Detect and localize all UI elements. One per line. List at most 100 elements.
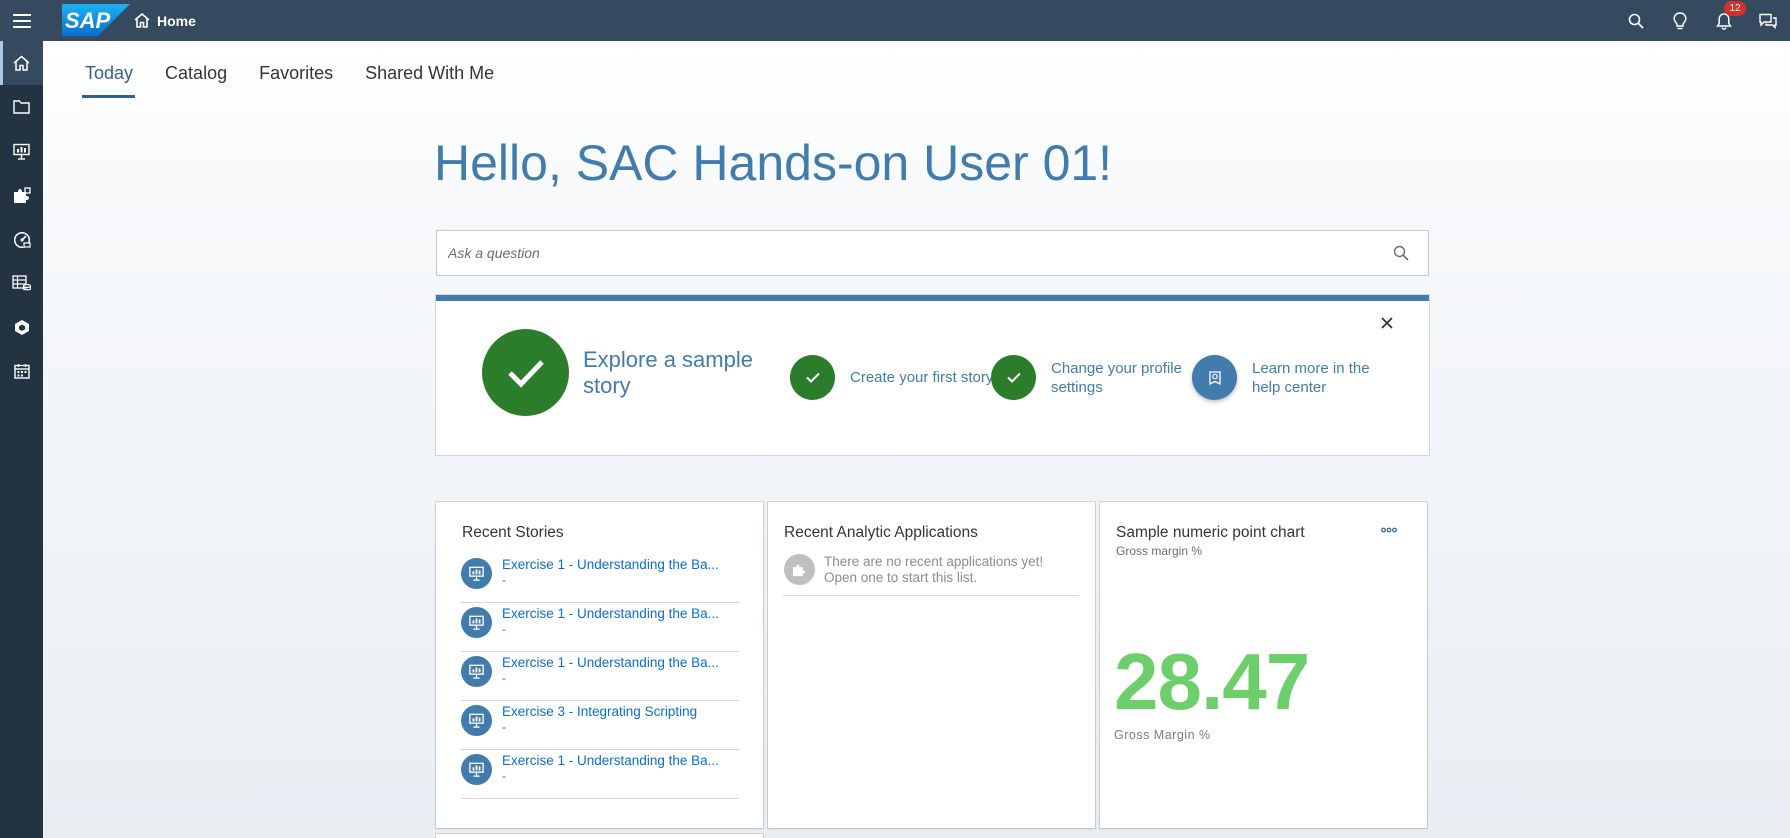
story-link[interactable]: Exercise 1 - Understanding the Ba... xyxy=(502,606,732,622)
help-button[interactable] xyxy=(1658,0,1702,41)
checkmark-badge xyxy=(482,329,569,416)
rail-item-data-integration[interactable] xyxy=(0,305,43,349)
story-link[interactable]: Exercise 1 - Understanding the Ba... xyxy=(502,655,732,671)
checkmark-icon xyxy=(507,359,544,388)
tab-favorites[interactable]: Favorites xyxy=(259,63,349,92)
tab-today[interactable]: Today xyxy=(81,63,149,98)
search-icon xyxy=(1628,13,1644,29)
checkmark-icon xyxy=(1006,372,1021,383)
rail-item-files[interactable] xyxy=(0,85,43,129)
tab-catalog[interactable]: Catalog xyxy=(165,63,243,92)
feedback-button[interactable] xyxy=(1746,0,1790,41)
story-avatar xyxy=(461,705,492,736)
home-icon xyxy=(13,55,30,71)
checkmark-badge xyxy=(790,355,835,400)
rail-item-digital-boardroom[interactable] xyxy=(0,217,43,261)
gauge-icon xyxy=(13,231,31,248)
empty-state: There are no recent applications yet! Op… xyxy=(783,554,1079,596)
help-badge xyxy=(1192,355,1237,400)
next-tile-edge xyxy=(436,834,763,838)
sample-numeric-point-tile: Sample numeric point chart Gross margin … xyxy=(1100,502,1427,828)
onboarding-step-explore-sample-story[interactable]: Explore a sample story xyxy=(482,329,773,416)
rail-item-analytic-applications[interactable] xyxy=(0,173,43,217)
home-icon xyxy=(134,13,150,28)
onboarding-step-label: Change your profile settings xyxy=(1051,359,1182,396)
rail-item-home[interactable] xyxy=(0,41,43,85)
tab-shared-with-me[interactable]: Shared With Me xyxy=(365,63,510,92)
shell-home-label: Home xyxy=(157,12,196,29)
side-navigation xyxy=(0,41,43,838)
story-link[interactable]: Exercise 3 - Integrating Scripting xyxy=(502,704,732,720)
menu-icon xyxy=(12,13,31,28)
onboarding-step-help-center[interactable]: Learn more in the help center xyxy=(1192,355,1402,400)
onboarding-step-change-profile-settings[interactable]: Change your profile settings xyxy=(991,355,1201,400)
tile-subtitle: Gross margin % xyxy=(1116,544,1203,558)
story-subtitle: - xyxy=(502,622,506,636)
puzzle-icon xyxy=(13,186,31,203)
empty-avatar xyxy=(784,554,815,585)
calendar-icon xyxy=(13,364,30,379)
folder-icon xyxy=(13,100,30,114)
ask-question-search-button[interactable] xyxy=(1374,231,1428,275)
close-onboarding-button[interactable] xyxy=(1375,311,1399,335)
presentation-icon xyxy=(469,566,484,581)
notification-badge: 12 xyxy=(1724,1,1746,16)
learning-icon xyxy=(1208,370,1221,385)
presentation-icon xyxy=(13,143,30,160)
story-subtitle: - xyxy=(502,720,506,734)
sap-logo[interactable]: SAP xyxy=(62,4,130,36)
empty-state-text: There are no recent applications yet! Op… xyxy=(824,554,1044,585)
search-icon xyxy=(1393,245,1409,261)
recent-analytic-applications-tile: Recent Analytic Applications There are n… xyxy=(768,502,1095,828)
list-item[interactable]: Exercise 3 - Integrating Scripting - xyxy=(461,701,739,750)
list-item[interactable]: Exercise 1 - Understanding the Ba... - xyxy=(461,750,739,799)
rail-item-stories[interactable] xyxy=(0,129,43,173)
onboarding-card: Explore a sample story Create your first… xyxy=(436,295,1429,455)
more-options-button[interactable] xyxy=(1375,520,1403,540)
tile-title: Sample numeric point chart xyxy=(1116,524,1305,541)
cube-table-icon xyxy=(12,275,31,291)
rail-item-calendar[interactable] xyxy=(0,349,43,393)
feedback-icon xyxy=(1759,13,1777,29)
story-avatar xyxy=(461,607,492,638)
recent-stories-list: Exercise 1 - Understanding the Ba... - Ex… xyxy=(461,554,739,799)
onboarding-step-create-first-story[interactable]: Create your first story xyxy=(790,355,1000,400)
shell-home-link[interactable]: Home xyxy=(134,0,196,41)
home-tabs: Today Catalog Favorites Shared With Me xyxy=(81,63,526,98)
story-link[interactable]: Exercise 1 - Understanding the Ba... xyxy=(502,753,732,769)
recent-stories-tile: Recent Stories Exercise 1 - Understandin… xyxy=(436,502,763,828)
kpi-label: Gross Margin % xyxy=(1114,728,1211,742)
ask-question-input[interactable] xyxy=(437,231,1374,275)
checkmark-badge xyxy=(991,355,1036,400)
shell-bar: SAP Home 12 xyxy=(0,0,1790,41)
kpi-value: 28.47 xyxy=(1114,637,1310,726)
greeting-title: Hello, SAC Hands-on User 01! xyxy=(434,135,1113,191)
onboarding-step-label: Learn more in the help center xyxy=(1252,359,1370,396)
story-link[interactable]: Exercise 1 - Understanding the Ba... xyxy=(502,557,732,573)
list-item[interactable]: Exercise 1 - Understanding the Ba... - xyxy=(461,652,739,701)
story-subtitle: - xyxy=(502,671,506,685)
presentation-icon xyxy=(469,664,484,679)
tile-title: Recent Stories xyxy=(462,524,564,541)
puzzle-icon xyxy=(792,564,806,576)
search-button[interactable] xyxy=(1614,0,1658,41)
rail-item-modeler[interactable] xyxy=(0,261,43,305)
list-item[interactable]: Exercise 1 - Understanding the Ba... - xyxy=(461,554,739,603)
ask-question-search xyxy=(436,230,1429,276)
onboarding-step-label: Explore a sample story xyxy=(583,346,753,398)
tile-title: Recent Analytic Applications xyxy=(784,524,978,541)
more-icon xyxy=(1381,527,1397,533)
story-subtitle: - xyxy=(502,573,506,587)
notifications-button[interactable]: 12 xyxy=(1702,0,1746,41)
logo-text: SAP xyxy=(65,8,111,33)
onboarding-step-label: Create your first story xyxy=(850,369,994,386)
hexagon-icon xyxy=(14,319,29,335)
list-item[interactable]: Exercise 1 - Understanding the Ba... - xyxy=(461,603,739,652)
close-icon xyxy=(1381,317,1393,329)
story-avatar xyxy=(461,558,492,589)
story-avatar xyxy=(461,656,492,687)
menu-button[interactable] xyxy=(0,0,43,41)
presentation-icon xyxy=(469,762,484,777)
story-avatar xyxy=(461,754,492,785)
presentation-icon xyxy=(469,713,484,728)
